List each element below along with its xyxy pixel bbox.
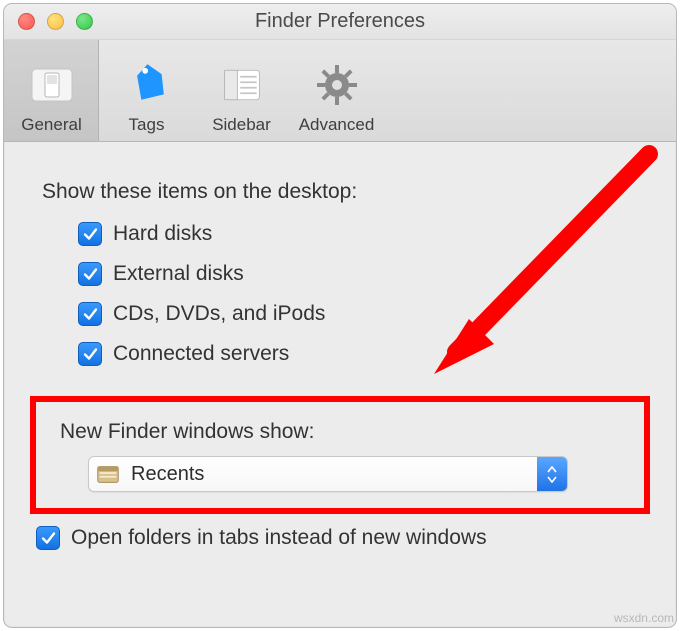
new-finder-windows-select[interactable]: Recents	[88, 456, 568, 492]
check-icon	[36, 526, 60, 550]
checkbox-label: Hard disks	[113, 222, 212, 246]
checkbox-hard-disks[interactable]: Hard disks	[78, 214, 638, 254]
tab-label: Sidebar	[212, 115, 271, 135]
new-finder-windows-label: New Finder windows show:	[60, 420, 638, 444]
toolbar: General Tags Sid	[4, 40, 676, 142]
checkbox-open-in-tabs[interactable]: Open folders in tabs instead of new wind…	[36, 526, 638, 550]
gear-icon	[309, 57, 365, 113]
desktop-items-list: Hard disks External disks CDs, DVDs, and…	[42, 204, 638, 374]
titlebar: Finder Preferences	[4, 4, 676, 40]
tab-general[interactable]: General	[4, 40, 99, 141]
desktop-items-heading: Show these items on the desktop:	[42, 180, 638, 204]
tab-label: Tags	[129, 115, 165, 135]
checkbox-label: Connected servers	[113, 342, 289, 366]
tab-sidebar[interactable]: Sidebar	[194, 40, 289, 141]
highlighted-section: New Finder windows show: Recents	[36, 402, 644, 508]
window-title: Finder Preferences	[4, 10, 676, 33]
tab-advanced[interactable]: Advanced	[289, 40, 384, 141]
checkbox-external-disks[interactable]: External disks	[78, 254, 638, 294]
check-icon	[78, 302, 102, 326]
content-pane: Show these items on the desktop: Hard di…	[4, 142, 676, 550]
watermark: wsxdn.com	[614, 611, 674, 625]
checkbox-cds-dvds-ipods[interactable]: CDs, DVDs, and iPods	[78, 294, 638, 334]
check-icon	[78, 222, 102, 246]
checkbox-label: External disks	[113, 262, 244, 286]
sidebar-icon	[214, 57, 270, 113]
checkbox-connected-servers[interactable]: Connected servers	[78, 334, 638, 374]
tag-icon	[119, 57, 175, 113]
tab-label: Advanced	[299, 115, 375, 135]
switch-icon	[24, 57, 80, 113]
tab-label: General	[21, 115, 81, 135]
checkbox-label: CDs, DVDs, and iPods	[113, 302, 325, 326]
recents-icon	[93, 459, 123, 489]
check-icon	[78, 342, 102, 366]
checkbox-label: Open folders in tabs instead of new wind…	[71, 526, 487, 550]
chevron-updown-icon	[537, 457, 567, 491]
dropdown-value: Recents	[131, 463, 204, 486]
tab-tags[interactable]: Tags	[99, 40, 194, 141]
preferences-window: Finder Preferences General Tags	[3, 3, 677, 628]
check-icon	[78, 262, 102, 286]
